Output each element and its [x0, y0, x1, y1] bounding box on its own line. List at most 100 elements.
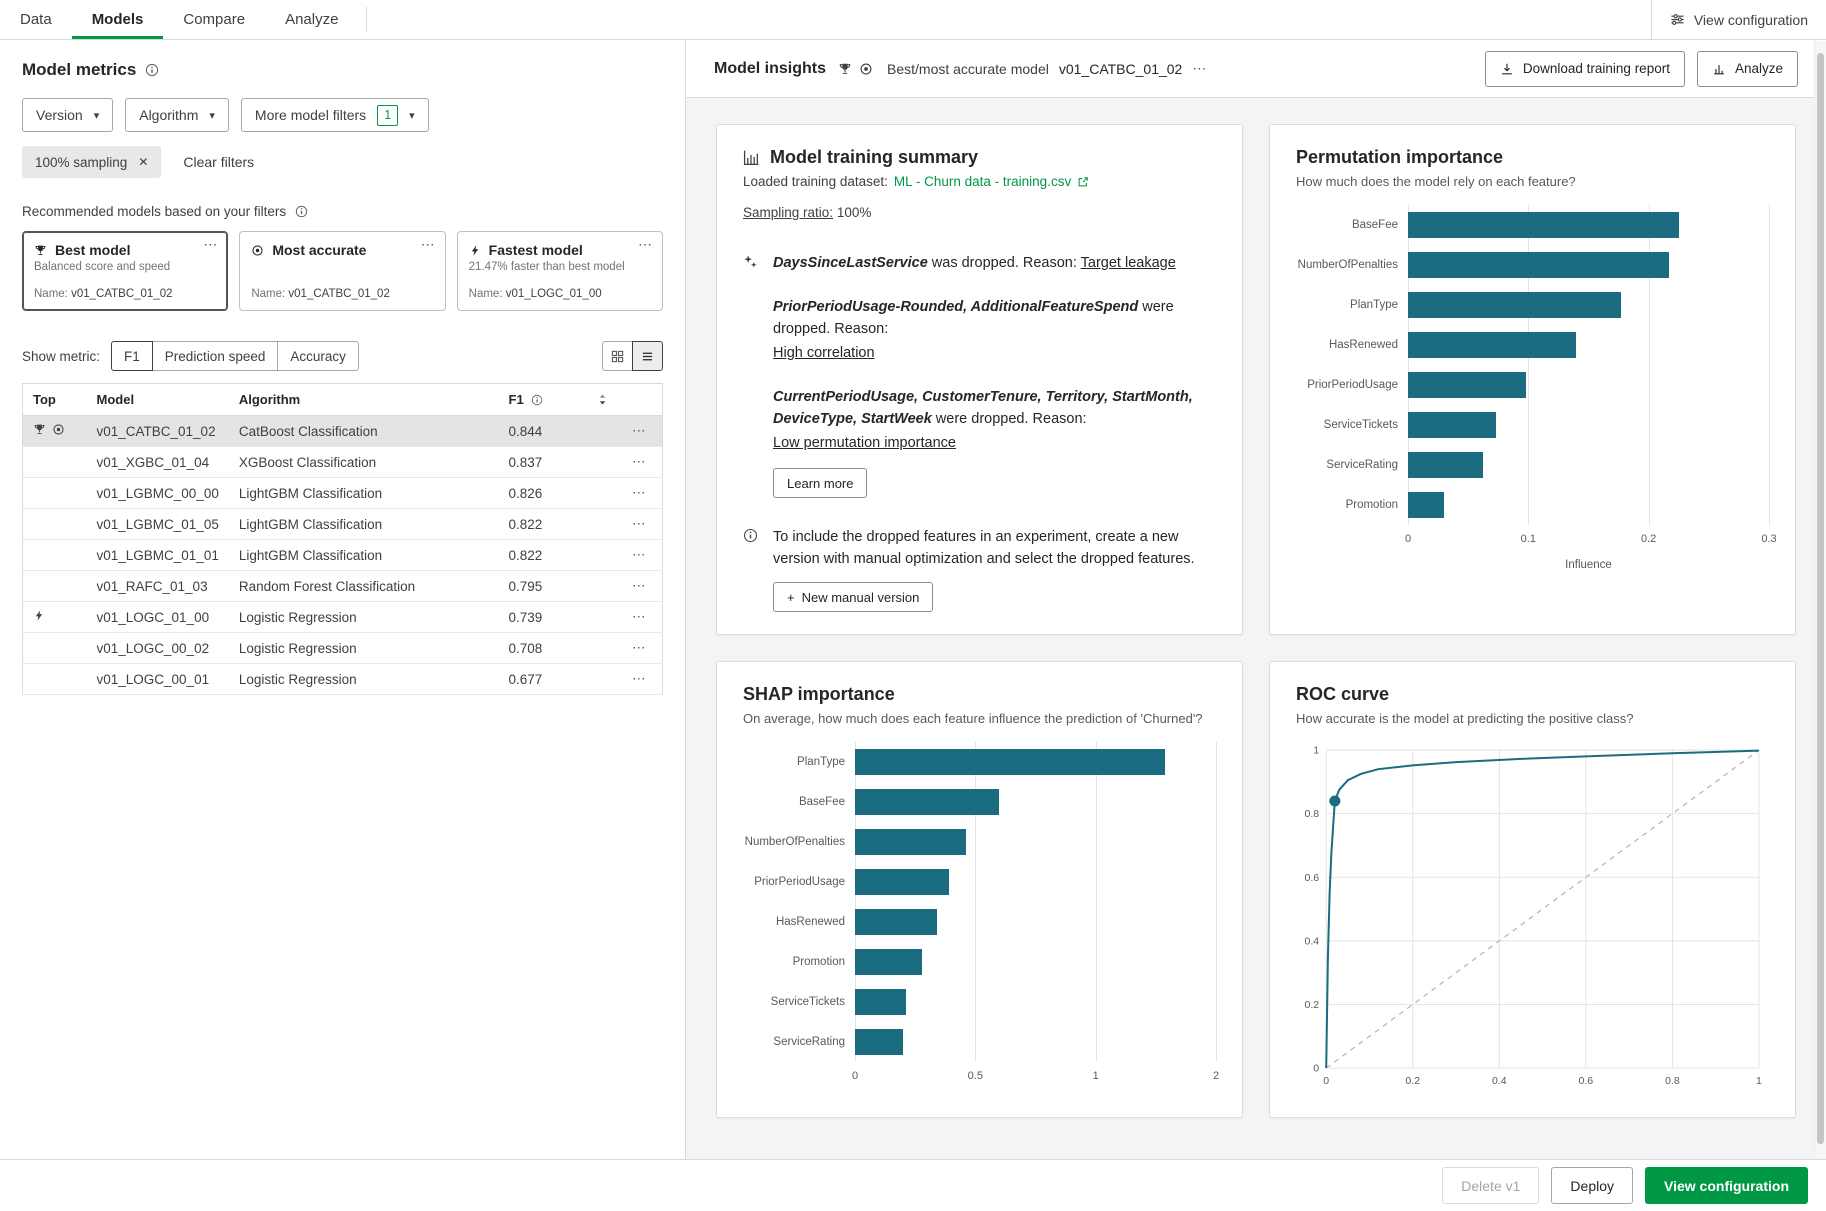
plot-area — [855, 742, 1216, 1062]
bar-category-label: ServiceTickets — [1296, 405, 1408, 445]
table-row[interactable]: v01_XGBC_01_04 XGBoost Classification 0.… — [23, 447, 663, 478]
tab-models[interactable]: Models — [72, 0, 164, 39]
trophy-icon — [34, 244, 47, 257]
sliders-icon — [1670, 12, 1685, 27]
table-row[interactable]: v01_CATBC_01_02 CatBoost Classification … — [23, 416, 663, 447]
close-icon[interactable]: ✕ — [138, 155, 148, 169]
model-metrics-panel: Model metrics Version ▾ Algorithm ▾ More… — [0, 40, 686, 1159]
row-top-icons — [33, 609, 45, 622]
view-configuration-button[interactable]: View configuration — [1645, 1167, 1808, 1204]
bar-HasRenewed — [855, 909, 937, 935]
card-subtitle: How much does the model rely on each fea… — [1296, 174, 1769, 189]
analyze-button[interactable]: Analyze — [1697, 51, 1798, 87]
more-icon[interactable]: ⋯ — [632, 609, 647, 624]
top-tabs: Data Models Compare Analyze — [0, 0, 367, 39]
more-icon[interactable]: ⋯ — [1192, 60, 1207, 77]
table-row[interactable]: v01_LOGC_01_00 Logistic Regression 0.739… — [23, 602, 663, 633]
table-row[interactable]: v01_LOGC_00_01 Logistic Regression 0.677… — [23, 664, 663, 695]
more-icon[interactable]: ⋯ — [632, 423, 647, 438]
info-icon[interactable] — [531, 394, 543, 406]
scrollbar-thumb[interactable] — [1817, 53, 1824, 1144]
vertical-scrollbar[interactable] — [1814, 41, 1826, 1158]
high-correlation-link[interactable]: High correlation — [773, 342, 1216, 364]
tab-data[interactable]: Data — [0, 0, 72, 39]
footer-bar: Delete v1 Deploy View configuration — [0, 1159, 1826, 1211]
more-icon[interactable]: ⋯ — [421, 236, 436, 253]
dropped-feature-note: CurrentPeriodUsage, CustomerTenure, Terr… — [773, 386, 1216, 454]
fastest-model-card[interactable]: ⋯ Fastest model 21.47% faster than best … — [457, 231, 663, 311]
dataset-link[interactable]: ML - Churn data - training.csv — [894, 174, 1071, 189]
table-row[interactable]: v01_RAFC_01_03 Random Forest Classificat… — [23, 571, 663, 602]
filter-count-badge: 1 — [377, 105, 398, 126]
low-permutation-importance-link[interactable]: Low permutation importance — [773, 432, 1216, 454]
info-icon[interactable] — [145, 63, 159, 77]
chevron-down-icon: ▾ — [409, 109, 415, 122]
name-label: Name: — [251, 288, 285, 300]
metric-option-f1[interactable]: F1 — [111, 341, 153, 371]
more-model-filters-dropdown[interactable]: More model filters 1 ▾ — [241, 98, 429, 132]
more-icon[interactable]: ⋯ — [638, 236, 653, 253]
more-icon[interactable]: ⋯ — [632, 640, 647, 655]
new-manual-version-button[interactable]: + New manual version — [773, 582, 933, 612]
bar-chart-icon — [1712, 62, 1726, 76]
svg-text:1: 1 — [1756, 1075, 1762, 1087]
name-label: Name: — [469, 288, 503, 300]
header-model[interactable]: Model — [87, 384, 229, 416]
top-bar: Data Models Compare Analyze View configu… — [0, 0, 1826, 40]
header-actions — [617, 384, 663, 416]
external-link-icon[interactable] — [1077, 176, 1089, 188]
header-f1[interactable]: F1 — [499, 384, 617, 416]
bar-category-label: HasRenewed — [1296, 325, 1408, 365]
model-training-summary-card: Model training summary Loaded training d… — [716, 124, 1243, 635]
best-model-card[interactable]: ⋯ Best model Balanced score and speed Na… — [22, 231, 228, 311]
most-accurate-card[interactable]: ⋯ Most accurate Name: v01_CATBC_01_02 — [239, 231, 445, 311]
more-icon[interactable]: ⋯ — [632, 485, 647, 500]
tab-compare[interactable]: Compare — [163, 0, 265, 39]
learn-more-button[interactable]: Learn more — [773, 468, 867, 498]
row-f1: 0.844 — [509, 424, 543, 439]
more-icon[interactable]: ⋯ — [632, 671, 647, 686]
download-training-report-button[interactable]: Download training report — [1485, 51, 1685, 87]
row-algorithm: LightGBM Classification — [239, 517, 382, 532]
deploy-button[interactable]: Deploy — [1551, 1167, 1633, 1204]
info-icon[interactable] — [295, 205, 308, 218]
more-icon[interactable]: ⋯ — [632, 454, 647, 469]
card-subtitle: On average, how much does each feature i… — [743, 711, 1216, 726]
row-algorithm: Logistic Regression — [239, 610, 357, 625]
row-f1: 0.739 — [509, 610, 543, 625]
target-leakage-link[interactable]: Target leakage — [1081, 255, 1176, 271]
metric-option-accuracy[interactable]: Accuracy — [277, 341, 359, 371]
tab-analyze[interactable]: Analyze — [265, 0, 358, 39]
grid-view-toggle[interactable] — [602, 341, 633, 371]
sort-icon[interactable] — [598, 393, 607, 406]
header-algorithm[interactable]: Algorithm — [229, 384, 499, 416]
view-configuration-top-button[interactable]: View configuration — [1651, 0, 1826, 39]
svg-text:0.2: 0.2 — [1304, 999, 1319, 1011]
row-top-icons — [33, 423, 65, 436]
table-row[interactable]: v01_LOGC_00_02 Logistic Regression 0.708… — [23, 633, 663, 664]
bar-category-label: Promotion — [1296, 485, 1408, 525]
table-row[interactable]: v01_LGBMC_00_00 LightGBM Classification … — [23, 478, 663, 509]
version-filter-dropdown[interactable]: Version ▾ — [22, 98, 113, 132]
card-title: ROC curve — [1296, 684, 1389, 705]
algorithm-filter-dropdown[interactable]: Algorithm ▾ — [125, 98, 229, 132]
x-tick-label: 0 — [1405, 533, 1411, 545]
table-row[interactable]: v01_LGBMC_01_01 LightGBM Classification … — [23, 540, 663, 571]
row-f1: 0.822 — [509, 548, 543, 563]
more-icon[interactable]: ⋯ — [632, 578, 647, 593]
more-icon[interactable]: ⋯ — [203, 236, 218, 253]
more-icon[interactable]: ⋯ — [632, 547, 647, 562]
delete-version-button[interactable]: Delete v1 — [1442, 1167, 1539, 1204]
list-view-toggle[interactable] — [632, 341, 663, 371]
selected-model-name: v01_CATBC_01_02 — [1059, 61, 1182, 77]
permutation-importance-card: Permutation importance How much does the… — [1269, 124, 1796, 635]
new-manual-version-label: New manual version — [802, 590, 920, 605]
clear-filters-link[interactable]: Clear filters — [183, 154, 254, 170]
metric-option-prediction-speed[interactable]: Prediction speed — [152, 341, 279, 371]
table-row[interactable]: v01_LGBMC_01_05 LightGBM Classification … — [23, 509, 663, 540]
card-title: Model training summary — [770, 147, 978, 168]
drop-reason-text: were dropped. Reason: — [932, 411, 1087, 427]
header-top[interactable]: Top — [23, 384, 87, 416]
more-icon[interactable]: ⋯ — [632, 516, 647, 531]
plot-area — [1408, 205, 1769, 525]
